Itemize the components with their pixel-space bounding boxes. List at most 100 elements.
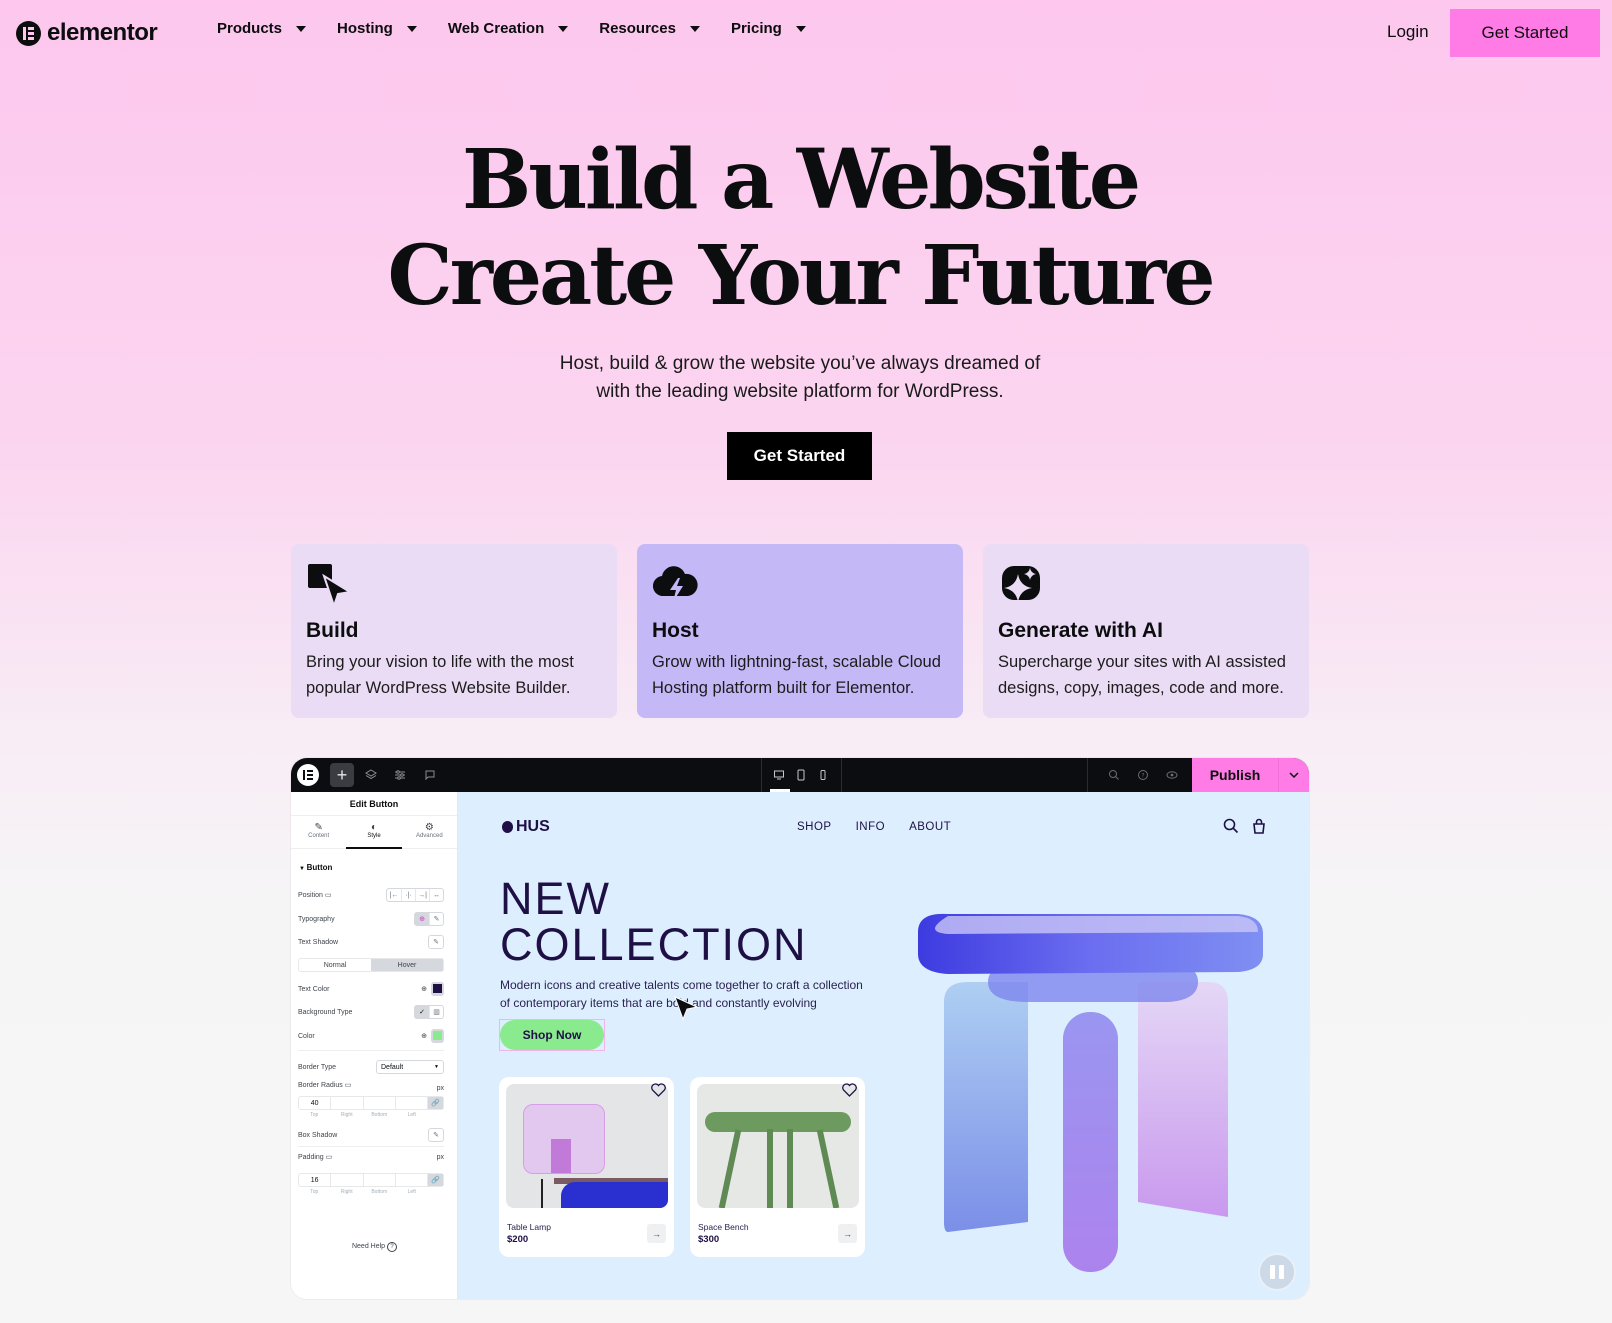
text-shadow-edit: ✎ [428,935,444,949]
add-element-button[interactable]: + [330,763,354,787]
unit-select[interactable]: px [437,1085,444,1092]
align-start-icon[interactable]: |← [387,889,401,901]
menu-item-hosting[interactable]: Hosting [337,20,417,37]
unit-select[interactable]: px [437,1154,444,1161]
feature-card-host[interactable]: Host Grow with lightning-fast, scalable … [637,544,963,718]
padding-top-input[interactable]: 16 [299,1174,330,1186]
tab-advanced[interactable]: ⚙ Advanced [402,816,457,848]
tab-label: Advanced [415,833,443,839]
product-card-table-lamp[interactable]: Table Lamp $200 → [499,1077,674,1257]
edit-pencil-icon[interactable]: ✎ [429,913,443,925]
feature-card-ai[interactable]: Generate with AI Supercharge your sites … [983,544,1309,718]
state-tab-normal[interactable]: Normal [299,959,371,971]
menu-item-web-creation[interactable]: Web Creation [448,20,569,37]
elementor-logo[interactable]: elementor [16,19,158,47]
site-menu-about[interactable]: ABOUT [909,821,951,833]
padding-left-input[interactable] [394,1174,427,1186]
menu-item-resources[interactable]: Resources [599,20,700,37]
layers-icon[interactable] [359,763,383,787]
elementor-logo-icon[interactable] [297,764,319,786]
preview-eye-icon[interactable] [1160,763,1184,787]
search-icon[interactable] [1102,763,1126,787]
radius-top-input[interactable]: 40 [299,1097,330,1109]
settings-sliders-icon[interactable] [388,763,412,787]
pause-button[interactable] [1258,1253,1296,1291]
hero-title-line-2: Create Your Future [387,228,1215,324]
brush-icon[interactable]: ✓ [415,1006,429,1018]
shopping-bag-icon[interactable] [1251,818,1267,834]
edit-pencil-icon[interactable]: ✎ [429,936,443,948]
global-icon[interactable]: ⊕ [421,1032,427,1040]
state-tab-hover[interactable]: Hover [371,959,443,971]
hero-subtitle: Host, build & grow the website you’ve al… [0,350,1600,406]
heart-icon[interactable] [651,1083,666,1097]
site-canvas: HUS SHOP INFO ABOUT NEW COLLECTION Moder… [458,792,1309,1299]
product-price: $300 [698,1234,720,1245]
radius-left-input[interactable] [394,1097,427,1109]
help-icon[interactable]: ? [1131,763,1155,787]
need-help-link[interactable]: Need Help ? [291,1242,458,1252]
shop-now-button[interactable]: Shop Now [499,1019,605,1051]
menu-item-products[interactable]: Products [217,20,307,37]
section-button-toggle[interactable]: ▼ Button [291,849,457,872]
desktop-icon: ▭ [325,1154,333,1161]
dim-label: Right [340,1112,353,1118]
color-control: Color ⊕ [298,1029,444,1043]
dim-label: Bottom [371,1112,388,1118]
radius-right-input[interactable] [330,1097,362,1109]
publish-options-button[interactable] [1278,758,1309,792]
mobile-icon[interactable] [811,763,835,787]
position-label: Position ▭ [298,892,332,899]
product-image-space-bench [697,1084,859,1208]
hero-subtitle-line-1: Host, build & grow the website you’ve al… [559,353,1041,374]
text-color-swatch[interactable] [431,982,444,996]
site-menu-info[interactable]: INFO [856,821,885,833]
site-menu-shop[interactable]: SHOP [797,821,832,833]
get-started-nav-button[interactable]: Get Started [1450,9,1600,57]
hus-brand: HUS [516,818,550,835]
arrow-right-icon[interactable]: → [838,1224,857,1243]
link-values-icon[interactable]: 🔗 [427,1097,443,1109]
dim-label: Bottom [371,1189,388,1195]
global-icon[interactable]: ⊕ [421,985,427,993]
hus-logo[interactable]: HUS [502,818,550,836]
typography-label: Typography [298,915,335,923]
tablet-icon[interactable] [789,763,813,787]
heart-icon[interactable] [842,1083,857,1097]
dim-label: Left [407,1189,416,1195]
publish-button[interactable]: Publish [1192,758,1278,792]
product-card-space-bench[interactable]: Space Bench $300 → [690,1077,865,1257]
global-icon[interactable]: ⊕ [415,913,429,925]
divider [761,758,762,792]
border-radius-label: Border Radius ▭ [298,1081,352,1089]
help-icon: ? [387,1242,398,1252]
menu-item-pricing[interactable]: Pricing [731,20,806,37]
padding-bottom-input[interactable] [362,1174,395,1186]
tab-content[interactable]: ✎ Content [291,816,346,848]
radius-bottom-input[interactable] [362,1097,395,1109]
arrow-right-icon[interactable]: → [647,1224,666,1243]
border-type-select[interactable]: Default ▼ [376,1060,444,1074]
site-menu: SHOP INFO ABOUT [797,821,951,833]
align-end-icon[interactable]: →| [415,889,429,901]
get-started-hero-button[interactable]: Get Started [727,432,872,480]
feature-card-build[interactable]: Build Bring your vision to life with the… [291,544,617,718]
mouse-cursor-icon [674,996,699,1021]
edit-pencil-icon[interactable]: ✎ [429,1129,443,1141]
comment-icon[interactable] [418,763,442,787]
align-stretch-icon[interactable]: ↔ [429,889,443,901]
typography-options: ⊕ ✎ [414,912,444,926]
padding-right-input[interactable] [330,1174,362,1186]
tab-label: Style [367,833,381,839]
feature-title: Host [652,619,699,642]
desktop-icon: ▭ [324,892,332,899]
search-icon[interactable] [1223,818,1239,834]
color-swatch[interactable] [431,1029,444,1043]
gradient-icon[interactable]: ▥ [429,1006,443,1018]
desktop-icon[interactable] [767,763,791,787]
login-link[interactable]: Login [1387,22,1429,42]
align-center-icon[interactable]: ·|· [401,889,415,901]
site-icons [1223,818,1267,834]
tab-style[interactable]: ◐ Style [346,816,402,849]
link-values-icon[interactable]: 🔗 [427,1174,443,1186]
